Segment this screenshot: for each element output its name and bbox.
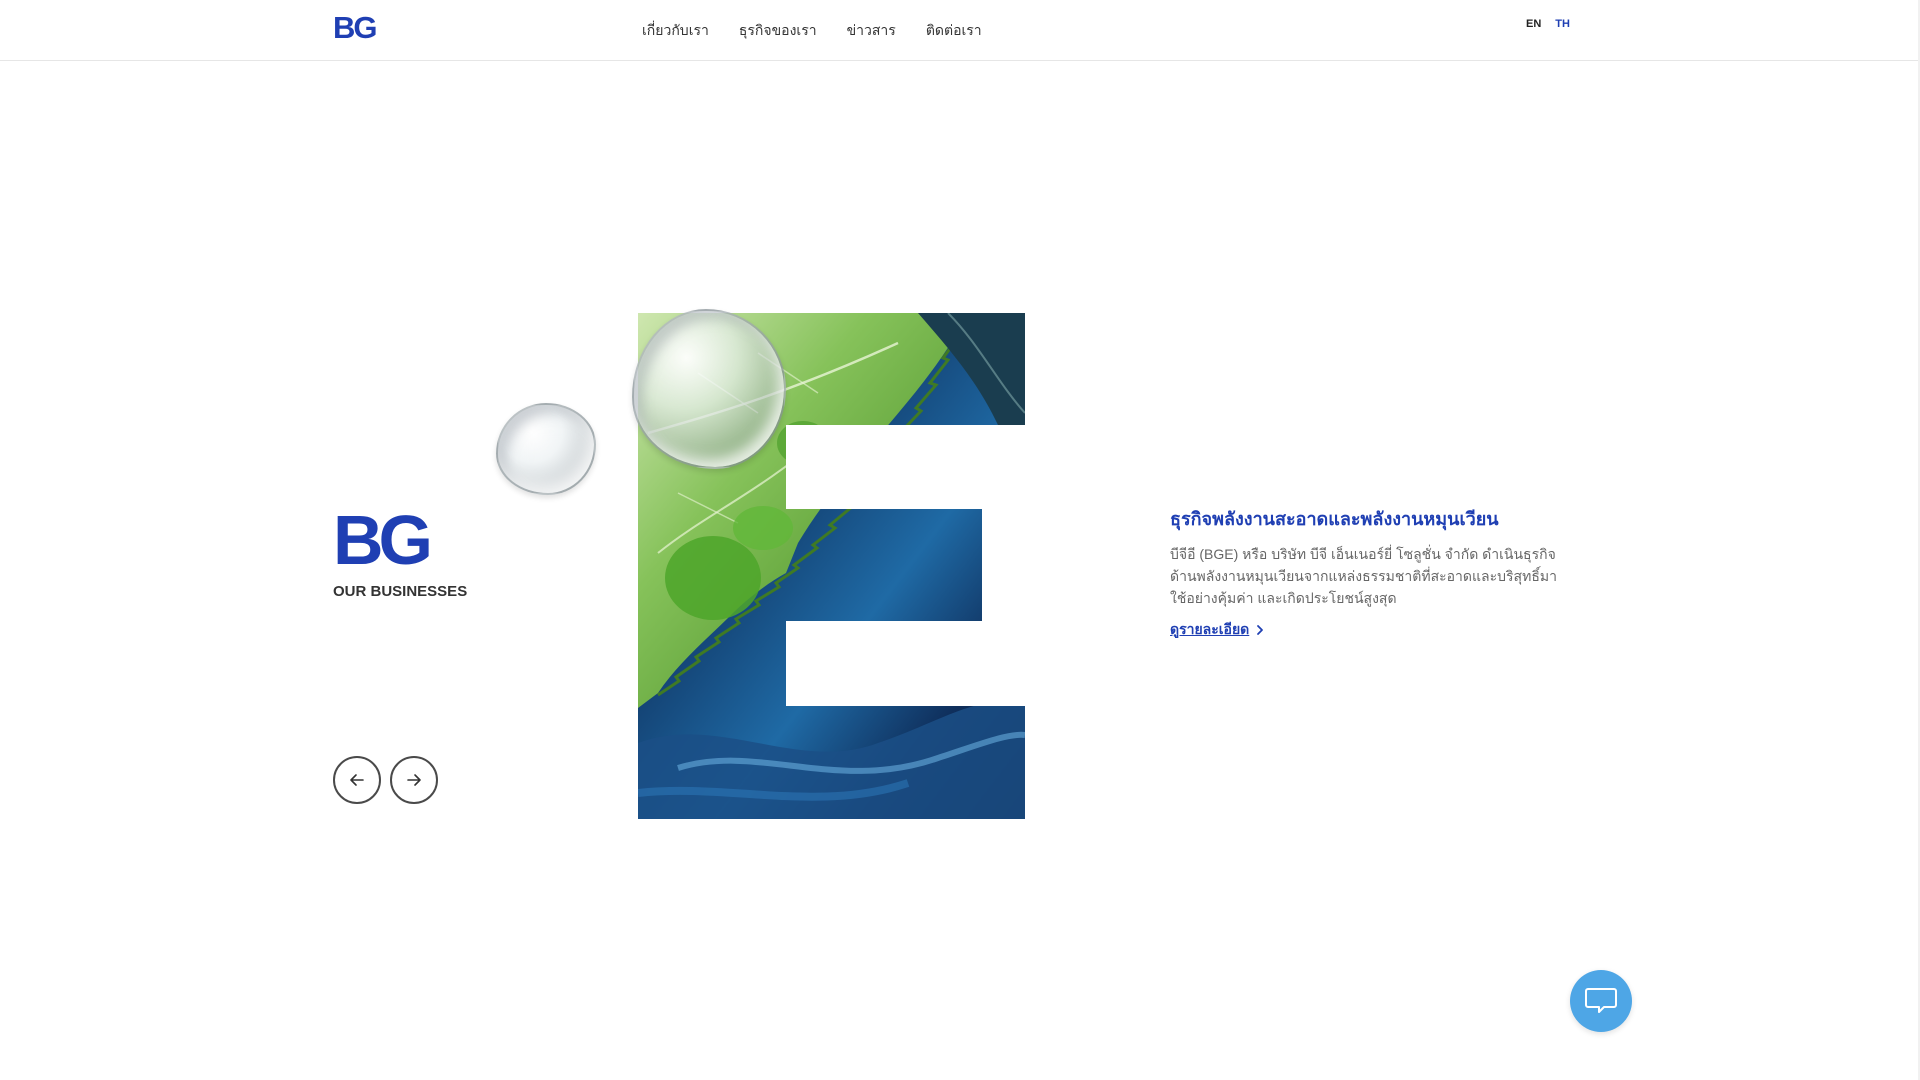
view-details-link[interactable]: ดูรายละเอียด: [1170, 619, 1265, 641]
language-switcher: EN TH: [1526, 18, 1570, 30]
next-button[interactable]: [390, 756, 438, 804]
nav-item-contact[interactable]: ติดต่อเรา: [926, 20, 982, 42]
slide-title: ธุรกิจพลังงานสะอาดและพลังงานหมุนเวียน: [1170, 509, 1499, 529]
main-nav: เกี่ยวกับเรา ธุรกิจของเรา ข่าวสาร ติดต่อ…: [642, 20, 982, 42]
header-logo[interactable]: BG: [333, 10, 377, 46]
carousel-controls: [333, 756, 438, 804]
chat-button[interactable]: [1570, 970, 1632, 1032]
view-details-label: ดูรายละเอียด: [1170, 621, 1250, 637]
chevron-right-icon: [1257, 625, 1264, 635]
arrow-right-icon: [407, 774, 421, 786]
brand-subtitle: OUR BUSINESSES: [333, 583, 468, 600]
nav-item-news[interactable]: ข่าวสาร: [847, 20, 896, 42]
lang-th[interactable]: TH: [1555, 18, 1570, 30]
lang-en[interactable]: EN: [1526, 18, 1541, 30]
slide-content: ธุรกิจพลังงานสะอาดและพลังงานหมุนเวียน บี…: [1170, 504, 1570, 641]
small-water-droplet: [496, 403, 596, 495]
hero-letter-e-image: [496, 309, 1025, 819]
site-header: BG เกี่ยวกับเรา ธุรกิจของเรา ข่าวสาร ติด…: [0, 0, 1920, 61]
large-water-droplet: [632, 309, 786, 469]
brand-block: BG OUR BUSINESSES: [333, 505, 467, 600]
nav-item-business[interactable]: ธุรกิจของเรา: [739, 20, 817, 42]
nav-item-about[interactable]: เกี่ยวกับเรา: [642, 20, 709, 42]
slide-description: บีจีอี (BGE) หรือ บริษัท บีจี เอ็นเนอร์ย…: [1170, 546, 1557, 606]
prev-button[interactable]: [333, 756, 381, 804]
chat-bubble-icon: [1585, 988, 1617, 1013]
arrow-left-icon: [350, 774, 364, 786]
brand-logo: BG: [333, 501, 433, 579]
